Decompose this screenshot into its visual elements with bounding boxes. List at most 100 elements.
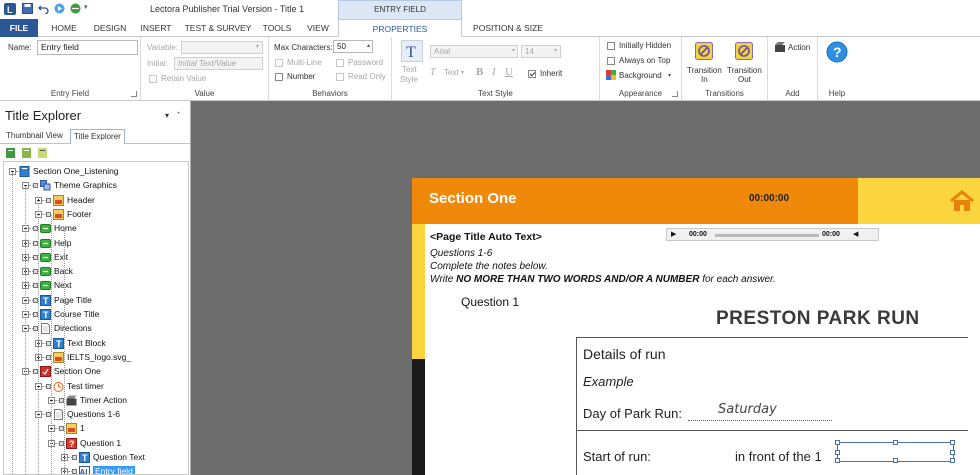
transition-in-icon[interactable] bbox=[695, 42, 713, 60]
quick-access-dropdown-icon[interactable]: ▾ bbox=[84, 3, 88, 11]
font-family-select[interactable]: Arial bbox=[430, 45, 518, 58]
retain-value-checkbox[interactable] bbox=[149, 75, 157, 83]
publish-icon[interactable] bbox=[70, 3, 81, 14]
tree-item[interactable]: Back bbox=[4, 265, 188, 279]
resize-handle[interactable] bbox=[950, 440, 955, 445]
tree-item-label[interactable]: Directions bbox=[54, 323, 92, 334]
add-action-button[interactable]: Action bbox=[788, 43, 810, 52]
tree-item[interactable]: Directions bbox=[4, 322, 188, 336]
tree-item[interactable]: ? Question 1 bbox=[4, 437, 188, 451]
resize-handle[interactable] bbox=[893, 440, 898, 445]
tree-item-label[interactable]: Entry field bbox=[93, 466, 135, 474]
text-color-icon[interactable]: T bbox=[430, 67, 436, 78]
tree-item[interactable]: Section One_Listening bbox=[4, 165, 188, 179]
tree-item-label[interactable]: Help bbox=[54, 238, 71, 249]
group-launcher-icon[interactable] bbox=[672, 91, 678, 97]
add-section-icon[interactable] bbox=[22, 147, 32, 158]
tree-item[interactable]: Section One bbox=[4, 365, 188, 379]
resize-handle[interactable] bbox=[835, 458, 840, 463]
tree-item-label[interactable]: Questions 1-6 bbox=[67, 409, 120, 420]
tab-view[interactable]: VIEW bbox=[300, 19, 336, 37]
tree-item-label[interactable]: Theme Graphics bbox=[54, 180, 117, 191]
save-icon[interactable] bbox=[22, 3, 33, 14]
resize-handle[interactable] bbox=[835, 440, 840, 445]
tree-item[interactable]: Home bbox=[4, 222, 188, 236]
tree-item-label[interactable]: Question Text bbox=[93, 452, 145, 463]
number-checkbox[interactable] bbox=[275, 73, 283, 81]
add-chapter-icon[interactable] bbox=[6, 147, 16, 158]
tree-item-label[interactable]: Home bbox=[54, 223, 77, 234]
resize-handle[interactable] bbox=[835, 450, 840, 455]
tree-item-label[interactable]: 1 bbox=[80, 423, 85, 434]
tab-thumbnail-view[interactable]: Thumbnail View bbox=[3, 129, 66, 143]
visibility-toggle-icon[interactable] bbox=[46, 197, 51, 203]
tree-item[interactable]: Header bbox=[4, 194, 188, 208]
tree-item-label[interactable]: Text Block bbox=[67, 338, 106, 349]
tree-item[interactable]: Questions 1-6 bbox=[4, 408, 188, 422]
tree-item-label[interactable]: Section One bbox=[54, 366, 101, 377]
tree-item[interactable]: Timer Action bbox=[4, 394, 188, 408]
pin-icon[interactable]: ᐩ bbox=[177, 110, 180, 119]
spin-icon[interactable]: ▴ bbox=[367, 42, 370, 49]
tab-tools[interactable]: TOOLS bbox=[258, 19, 296, 37]
tab-file[interactable]: FILE bbox=[0, 19, 38, 37]
tree-item[interactable]: 1 bbox=[4, 422, 188, 436]
read-only-checkbox[interactable] bbox=[336, 73, 344, 81]
tree-item-label[interactable]: Section One_Listening bbox=[33, 166, 119, 177]
tree-item-label[interactable]: Test timer bbox=[67, 381, 104, 392]
tree-item[interactable]: T Course Title bbox=[4, 308, 188, 322]
tab-design[interactable]: DESIGN bbox=[88, 19, 132, 37]
tree-item[interactable]: T Text Block bbox=[4, 337, 188, 351]
tree-item-label[interactable]: Timer Action bbox=[80, 395, 127, 406]
tree-item[interactable]: Footer bbox=[4, 208, 188, 222]
home-icon[interactable] bbox=[949, 190, 975, 212]
tab-home[interactable]: HOME bbox=[42, 19, 86, 37]
entry-field-selected[interactable] bbox=[835, 440, 955, 463]
italic-button[interactable]: I bbox=[492, 66, 496, 78]
tree-item[interactable]: Next bbox=[4, 279, 188, 293]
audio-progress-bar[interactable] bbox=[715, 234, 819, 237]
help-icon[interactable]: ? bbox=[826, 41, 848, 63]
tree-item[interactable]: Help bbox=[4, 237, 188, 251]
initially-hidden-checkbox[interactable] bbox=[607, 42, 615, 50]
play-icon[interactable]: ▶ bbox=[671, 230, 676, 238]
tree-item-label[interactable]: Next bbox=[54, 280, 71, 291]
text-style-icon[interactable]: T bbox=[401, 40, 423, 62]
tree-item[interactable]: Test timer bbox=[4, 380, 188, 394]
audio-player[interactable]: ▶ 00:00 00:00 ◀ bbox=[666, 228, 879, 241]
initial-value-input[interactable]: Initial Text/Value bbox=[174, 57, 263, 70]
inherit-checkbox[interactable] bbox=[528, 70, 536, 78]
tree-item-label[interactable]: Exit bbox=[54, 252, 68, 263]
tree-item[interactable]: IELTS_logo.svg_ bbox=[4, 351, 188, 365]
name-input[interactable]: Entry field bbox=[37, 40, 138, 55]
visibility-toggle-icon[interactable] bbox=[72, 455, 77, 460]
visibility-toggle-icon[interactable] bbox=[72, 469, 77, 474]
resize-handle[interactable] bbox=[950, 458, 955, 463]
tree-item-label[interactable]: Course Title bbox=[54, 309, 99, 320]
tab-position-size[interactable]: POSITION & SIZE bbox=[464, 19, 552, 37]
tab-test-survey[interactable]: TEST & SURVEY bbox=[180, 19, 256, 37]
tree-item[interactable]: T Question Text bbox=[4, 451, 188, 465]
underline-button[interactable]: U bbox=[505, 66, 513, 78]
visibility-toggle-icon[interactable] bbox=[33, 183, 38, 189]
tab-insert[interactable]: INSERT bbox=[136, 19, 176, 37]
tree-item-label[interactable]: Page Title bbox=[54, 295, 92, 306]
tab-title-explorer[interactable]: Title Explorer bbox=[70, 129, 125, 144]
background-label[interactable]: Background bbox=[619, 71, 662, 80]
password-checkbox[interactable] bbox=[336, 59, 344, 67]
tree-item-label[interactable]: Footer bbox=[67, 209, 92, 220]
bold-button[interactable]: B bbox=[476, 66, 483, 78]
undo-icon[interactable] bbox=[38, 3, 49, 14]
tab-properties[interactable]: PROPERTIES bbox=[338, 19, 462, 37]
tree-item[interactable]: T Page Title bbox=[4, 294, 188, 308]
action-icon[interactable] bbox=[775, 42, 786, 53]
always-on-top-checkbox[interactable] bbox=[607, 57, 615, 65]
tree-item[interactable]: Exit bbox=[4, 251, 188, 265]
page-canvas[interactable]: Section One 00:00:00 <Page Title Auto Te… bbox=[412, 178, 980, 475]
background-icon[interactable] bbox=[606, 70, 617, 80]
variable-select[interactable] bbox=[181, 41, 263, 54]
transition-out-icon[interactable] bbox=[735, 42, 753, 60]
group-launcher-icon[interactable] bbox=[131, 91, 137, 97]
tree-item[interactable]: Theme Graphics bbox=[4, 179, 188, 193]
tree-item-label[interactable]: IELTS_logo.svg_ bbox=[67, 352, 131, 363]
